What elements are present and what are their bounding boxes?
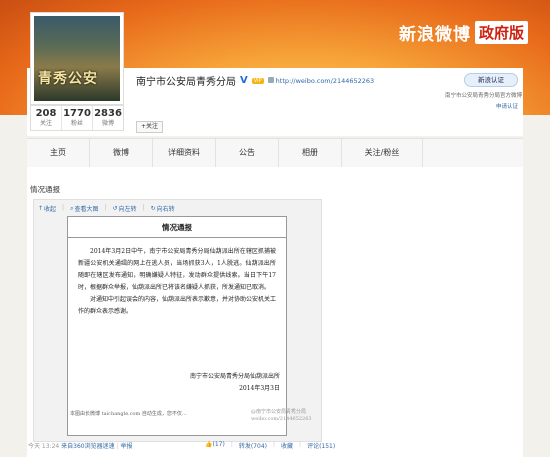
avatar[interactable]: 青秀公安 (30, 12, 124, 105)
stat-label: 关注 (39, 120, 52, 127)
rotate-right-label: 向右转 (156, 206, 175, 213)
collapse-button[interactable]: ↑ 收起 (38, 204, 56, 213)
profile-name-row: 南宁市公安局青秀分局 V VIP http://weibo.com/214465… (136, 73, 374, 88)
vip-badge: VIP (251, 77, 264, 84)
brand-gov-badge: 政府版 (474, 21, 528, 44)
image-toolbar: ↑ 收起 | ⌕ 查看大图 | ↺ 向左转 | ↻ 向右转 (38, 204, 175, 213)
stat-number: 208 (35, 108, 57, 119)
rotate-right-button[interactable]: ↻ 向右转 (151, 204, 175, 213)
divider: | (230, 441, 233, 448)
tab-details[interactable]: 详细资料 (153, 139, 216, 167)
image-watermark: 本图由长微博 taichangle.com 自动生成，您不仅… (70, 411, 187, 417)
verify-description: 南宁市公安局青秀分局官方微博 (444, 93, 522, 99)
rotate-left-label: 向左转 (118, 206, 137, 213)
link-icon (267, 76, 274, 83)
divider: | (299, 441, 302, 448)
zoom-icon: ⌕ (70, 204, 74, 212)
like-count: (17) (212, 441, 225, 448)
rotate-left-button[interactable]: ↺ 向左转 (113, 204, 137, 213)
follow-button[interactable]: +关注 (136, 121, 164, 133)
notice-image[interactable]: 情况通报 2014年3月2日中午，南宁市公安局青秀分局仙葫派出所在辖区抓捕被新疆… (67, 216, 312, 436)
favorite-button[interactable]: 收藏 (281, 441, 293, 450)
like-button[interactable]: 👍(17) (205, 441, 225, 450)
profile-nav: 主页 微博 详细资料 公告 相册 关注/粉丝 (27, 138, 523, 168)
tab-home[interactable]: 主页 (27, 139, 90, 167)
tab-announcement[interactable]: 公告 (216, 139, 279, 167)
tab-follow-fans[interactable]: 关注/粉丝 (342, 139, 423, 167)
divider: | (116, 443, 119, 450)
tab-weibo[interactable]: 微博 (90, 139, 153, 167)
stat-following[interactable]: 208 关注 (31, 106, 62, 130)
stat-posts[interactable]: 2836 微博 (93, 106, 123, 130)
arrow-up-icon: ↑ (38, 205, 44, 212)
comment-button[interactable]: 评论(151) (307, 441, 335, 450)
notice-body: 2014年3月2日中午，南宁市公安局青秀分局仙葫派出所在辖区抓捕被新疆公安机关通… (68, 246, 286, 318)
notice-paragraph: 2014年3月2日中午，南宁市公安局青秀分局仙葫派出所在辖区抓捕被新疆公安机关通… (78, 248, 276, 291)
divider: | (104, 204, 107, 211)
brand-logo[interactable]: 新浪微博 政府版 (399, 20, 528, 45)
notice-signature: 南宁市公安局青秀分局仙葫派出所 2014年3月3日 (190, 371, 280, 395)
profile-url: http://weibo.com/2144652263 (275, 76, 375, 85)
sign-org: 南宁市公安局青秀分局仙葫派出所 (189, 373, 280, 380)
divider: | (62, 204, 65, 211)
weibo-mark-account: @南宁市公安局青秀分局 (251, 409, 307, 415)
post-source[interactable]: 来自360浏览器迷速 (61, 443, 114, 450)
avatar-image: 青秀公安 (34, 16, 120, 101)
sign-date: 2014年3月3日 (239, 385, 280, 392)
weibo-mark-url: weibo.com/2144652263 (251, 416, 312, 422)
stat-label: 粉丝 (70, 120, 83, 127)
divider: | (272, 441, 276, 448)
avatar-logo-text: 青秀公安 (38, 71, 98, 87)
profile-url-link[interactable]: http://weibo.com/2144652263 (267, 76, 375, 85)
repost-button[interactable]: 转发(704) (239, 441, 267, 450)
section-title: 情况通报 (30, 185, 60, 194)
view-large-label: 查看大图 (74, 206, 99, 213)
rotate-right-icon: ↻ (150, 205, 156, 212)
profile-stats: 208 关注 1770 粉丝 2836 微博 (30, 105, 124, 131)
post-actions: 👍(17) | 转发(704) | 收藏 | 评论(151) (205, 441, 335, 450)
tab-album[interactable]: 相册 (279, 139, 342, 167)
notice-title: 情况通报 (162, 223, 192, 232)
rotate-left-icon: ↺ (112, 205, 118, 212)
verified-icon: V (240, 75, 248, 86)
profile-name: 南宁市公安局青秀分局 (136, 77, 236, 88)
post-time[interactable]: 今天 13:24 (28, 443, 59, 450)
stat-label: 微博 (101, 120, 114, 127)
sina-verify-button[interactable]: 新浪认证 (464, 73, 518, 87)
divider (68, 237, 286, 238)
divider: | (142, 204, 145, 211)
stat-number: 2836 (94, 108, 122, 119)
stat-followers[interactable]: 1770 粉丝 (62, 106, 93, 130)
brand-name: 新浪微博 (398, 25, 471, 45)
weibo-watermark: @南宁市公安局青秀分局 weibo.com/2144652263 (251, 409, 312, 423)
view-large-button[interactable]: ⌕ 查看大图 (70, 204, 99, 214)
apply-verify-link[interactable]: 申请认证 (428, 102, 518, 110)
report-link[interactable]: 举报 (120, 443, 132, 450)
collapse-label: 收起 (44, 206, 57, 213)
stat-number: 1770 (63, 108, 91, 119)
notice-paragraph: 对通知中引起误会的内容，仙葫派出所表示歉意，并对协助公安机关工作的群众表示感谢。 (78, 296, 277, 315)
